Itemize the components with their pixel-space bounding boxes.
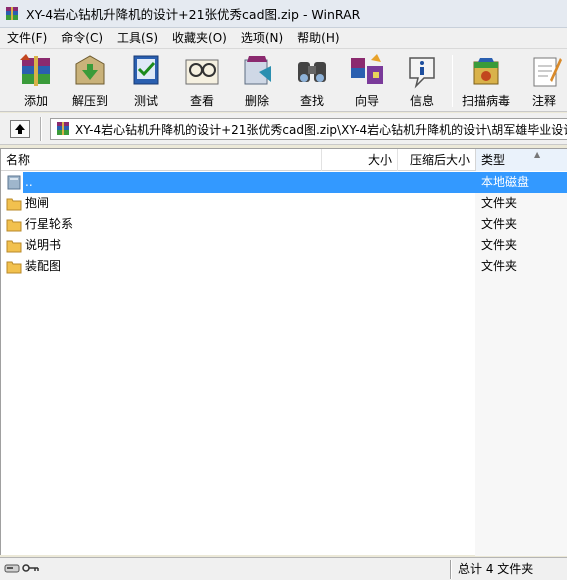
menu-help[interactable]: 帮助(H): [290, 28, 346, 48]
column-header-name[interactable]: 名称: [1, 149, 321, 171]
sort-ascending-icon: ▲: [534, 150, 541, 159]
find-binoculars-icon: [298, 62, 326, 82]
toolbar: 添加 解压到 测试 查看 删除 查找 向导 信息 扫描病毒 注释: [0, 48, 567, 112]
view-button[interactable]: 查看: [176, 52, 228, 110]
comment-icon: [533, 57, 562, 87]
add-label: 添加: [23, 94, 48, 108]
info-button[interactable]: 信息: [396, 52, 448, 110]
view-icon: [185, 59, 219, 85]
winrar-app-icon: [6, 6, 18, 20]
list-item[interactable]: .. 本地磁盘: [1, 172, 567, 193]
test-label: 测试: [133, 94, 158, 108]
drive-icon: [7, 175, 21, 190]
column-header-packed[interactable]: 压缩后大小: [397, 149, 475, 171]
folder-icon: [6, 219, 22, 232]
up-folder-button[interactable]: [10, 120, 30, 138]
menu-bar: 文件(F) 命令(C) 工具(S) 收藏夹(O) 选项(N) 帮助(H): [0, 28, 567, 48]
status-bar: 总计 4 文件夹: [0, 557, 567, 580]
item-type: 文件夹: [481, 238, 518, 252]
folder-icon: [6, 240, 22, 253]
column-header-size[interactable]: 大小: [321, 149, 397, 171]
item-name: 行星轮系: [25, 217, 74, 231]
item-name: ..: [25, 175, 33, 189]
item-type: 文件夹: [481, 196, 518, 210]
test-button[interactable]: 测试: [120, 52, 172, 110]
virus-scan-icon: [473, 58, 499, 85]
status-separator: [450, 560, 452, 579]
address-bar: XY-4岩心钻机升降机的设计+21张优秀cad图.zip\XY-4岩心钻机升降机…: [0, 113, 567, 145]
virus-scan-label: 扫描病毒: [461, 94, 510, 108]
info-icon: [409, 57, 435, 89]
item-type: 文件夹: [481, 259, 518, 273]
virus-scan-button[interactable]: 扫描病毒: [458, 52, 514, 110]
delete-button[interactable]: 删除: [231, 52, 283, 110]
menu-options[interactable]: 选项(N): [234, 28, 290, 48]
find-button[interactable]: 查找: [286, 52, 338, 110]
selection-highlight: [23, 172, 475, 193]
comment-label: 注释: [531, 94, 556, 108]
column-header-type[interactable]: 类型: [475, 149, 567, 171]
window-title: XY-4岩心钻机升降机的设计+21张优秀cad图.zip - WinRAR: [26, 7, 361, 22]
find-label: 查找: [299, 94, 324, 108]
test-icon: [133, 55, 159, 85]
extract-to-label: 解压到: [71, 94, 108, 108]
add-button[interactable]: 添加: [10, 52, 62, 110]
wizard-label: 向导: [354, 94, 379, 108]
file-list[interactable]: 名称 大小 压缩后大小 类型 ▲ .. 本地磁盘 抱闸 文件夹 行星轮系 文件夹: [0, 148, 567, 556]
menu-tools[interactable]: 工具(S): [110, 28, 165, 48]
wizard-icon: [351, 54, 383, 84]
comment-button[interactable]: 注释: [518, 52, 567, 110]
archive-icon: [57, 122, 69, 135]
address-path-field[interactable]: XY-4岩心钻机升降机的设计+21张优秀cad图.zip\XY-4岩心钻机升降机…: [50, 118, 567, 140]
add-archive-icon: [20, 54, 50, 86]
info-label: 信息: [409, 94, 434, 108]
status-icons: [4, 562, 40, 574]
item-name: 抱闸: [25, 196, 50, 210]
list-item[interactable]: 说明书 文件夹: [1, 235, 567, 256]
menu-file[interactable]: 文件(F): [0, 28, 54, 48]
arrow-up-icon: [15, 124, 25, 134]
address-separator: [40, 117, 42, 141]
extract-to-icon: [75, 55, 105, 85]
list-item[interactable]: 行星轮系 文件夹: [1, 214, 567, 235]
address-path-text: XY-4岩心钻机升降机的设计+21张优秀cad图.zip\XY-4岩心钻机升降机…: [75, 122, 567, 137]
folder-icon: [6, 198, 22, 211]
wizard-button[interactable]: 向导: [341, 52, 393, 110]
title-bar[interactable]: XY-4岩心钻机升降机的设计+21张优秀cad图.zip - WinRAR: [0, 0, 567, 28]
menu-commands[interactable]: 命令(C): [54, 28, 110, 48]
list-item[interactable]: 装配图 文件夹: [1, 256, 567, 277]
status-summary: 总计 4 文件夹: [458, 562, 534, 576]
folder-icon: [6, 261, 22, 274]
list-item[interactable]: 抱闸 文件夹: [1, 193, 567, 214]
toolbar-separator: [452, 55, 453, 107]
menu-favorites[interactable]: 收藏夹(O): [165, 28, 234, 48]
item-name: 装配图: [25, 259, 62, 273]
item-name: 说明书: [25, 238, 62, 252]
key-icon[interactable]: [22, 562, 40, 574]
delete-label: 删除: [244, 94, 269, 108]
extract-to-button[interactable]: 解压到: [64, 52, 116, 110]
drive-status-icon[interactable]: [4, 562, 20, 574]
list-header: 名称 大小 压缩后大小 类型 ▲: [1, 149, 567, 171]
delete-icon: [244, 56, 271, 85]
item-type: 本地磁盘: [481, 175, 530, 189]
item-type: 文件夹: [481, 217, 518, 231]
view-label: 查看: [189, 94, 214, 108]
